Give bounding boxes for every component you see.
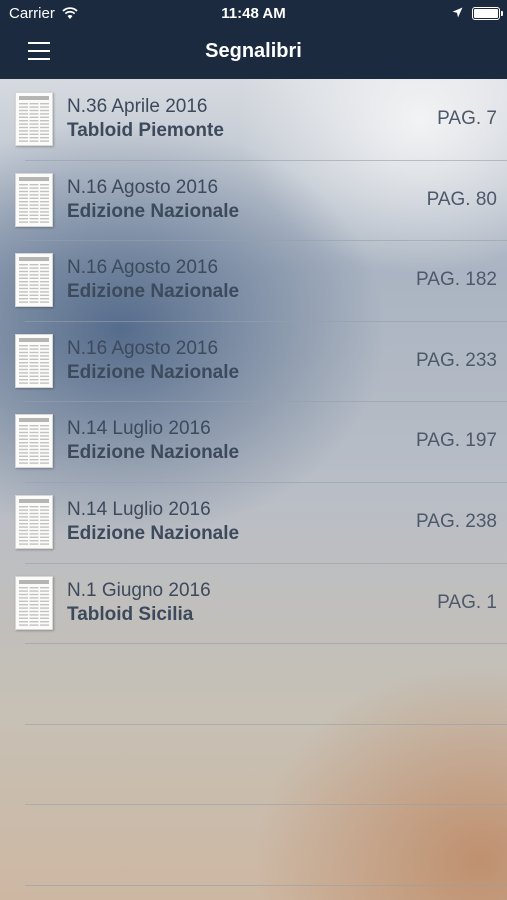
bookmark-issue: N.1 Giugno 2016 [67,579,211,601]
bookmark-edition: Edizione Nazionale [67,361,240,383]
row-separator [25,482,507,483]
row-separator [25,320,507,322]
bookmark-edition: Edizione Nazionale [67,281,240,303]
newspaper-thumbnail [15,495,53,549]
bookmark-edition: Tabloid Sicilia [67,603,194,625]
bookmark-row[interactable]: N.1 Giugno 2016 Tabloid Sicilia PAG. 1 [0,563,507,644]
bookmark-page: PAG. 80 [426,188,497,210]
bookmark-page: PAG. 7 [437,108,497,129]
row-separator [25,240,507,242]
bookmark-edition: Edizione Nazionale [67,442,240,464]
row-separator [25,643,507,645]
row-separator [25,885,507,886]
bookmark-row[interactable]: N.14 Luglio 2016 Edizione Nazionale PAG.… [0,401,507,482]
row-separator [25,562,507,564]
newspaper-thumbnail [15,92,53,146]
bookmark-row[interactable]: N.16 Agosto 2016 Edizione Nazionale PAG.… [0,240,507,321]
page-title: Segnalibri [205,40,302,62]
bookmark-page: PAG. 238 [416,511,497,532]
bookmark-issue: N.16 Agosto 2016 [67,257,219,279]
bookmark-row[interactable]: N.36 Aprile 2016 Tabloid Piemonte PAG. 7 [0,79,507,160]
status-time: 11:48 AM [221,5,286,22]
newspaper-thumbnail [15,253,53,308]
bookmark-edition: Tabloid Piemonte [67,120,224,141]
newspaper-thumbnail [15,333,53,388]
newspaper-thumbnail [15,414,53,469]
bookmark-row[interactable]: N.16 Agosto 2016 Edizione Nazionale PAG.… [0,321,507,402]
row-separator [25,804,507,806]
bookmark-issue: N.16 Agosto 2016 [67,337,219,359]
bookmark-page: PAG. 197 [416,430,497,452]
newspaper-thumbnail [15,575,53,630]
bookmark-page: PAG. 1 [437,591,497,613]
bookmark-page: PAG. 233 [416,349,497,371]
location-arrow-icon [452,7,463,18]
navigation-bar: Carrier 11:48 AM Segnalibri [0,0,507,79]
bookmark-issue: N.36 Aprile 2016 [67,96,208,117]
bookmark-edition: Edizione Nazionale [67,200,240,222]
bookmark-issue: N.14 Luglio 2016 [67,499,211,520]
row-separator [25,159,507,161]
bookmark-edition: Edizione Nazionale [67,523,240,544]
bookmark-page: PAG. 182 [416,269,497,291]
battery-icon [472,7,503,20]
status-bar: Carrier 11:48 AM [0,0,507,28]
bookmark-row[interactable]: N.14 Luglio 2016 Edizione Nazionale PAG.… [0,482,507,563]
row-separator [25,401,507,403]
newspaper-thumbnail [15,172,53,227]
row-separator [25,723,507,725]
bookmark-issue: N.14 Luglio 2016 [67,418,211,440]
bookmark-row[interactable]: N.16 Agosto 2016 Edizione Nazionale PAG.… [0,160,507,241]
bookmark-issue: N.16 Agosto 2016 [67,176,219,198]
